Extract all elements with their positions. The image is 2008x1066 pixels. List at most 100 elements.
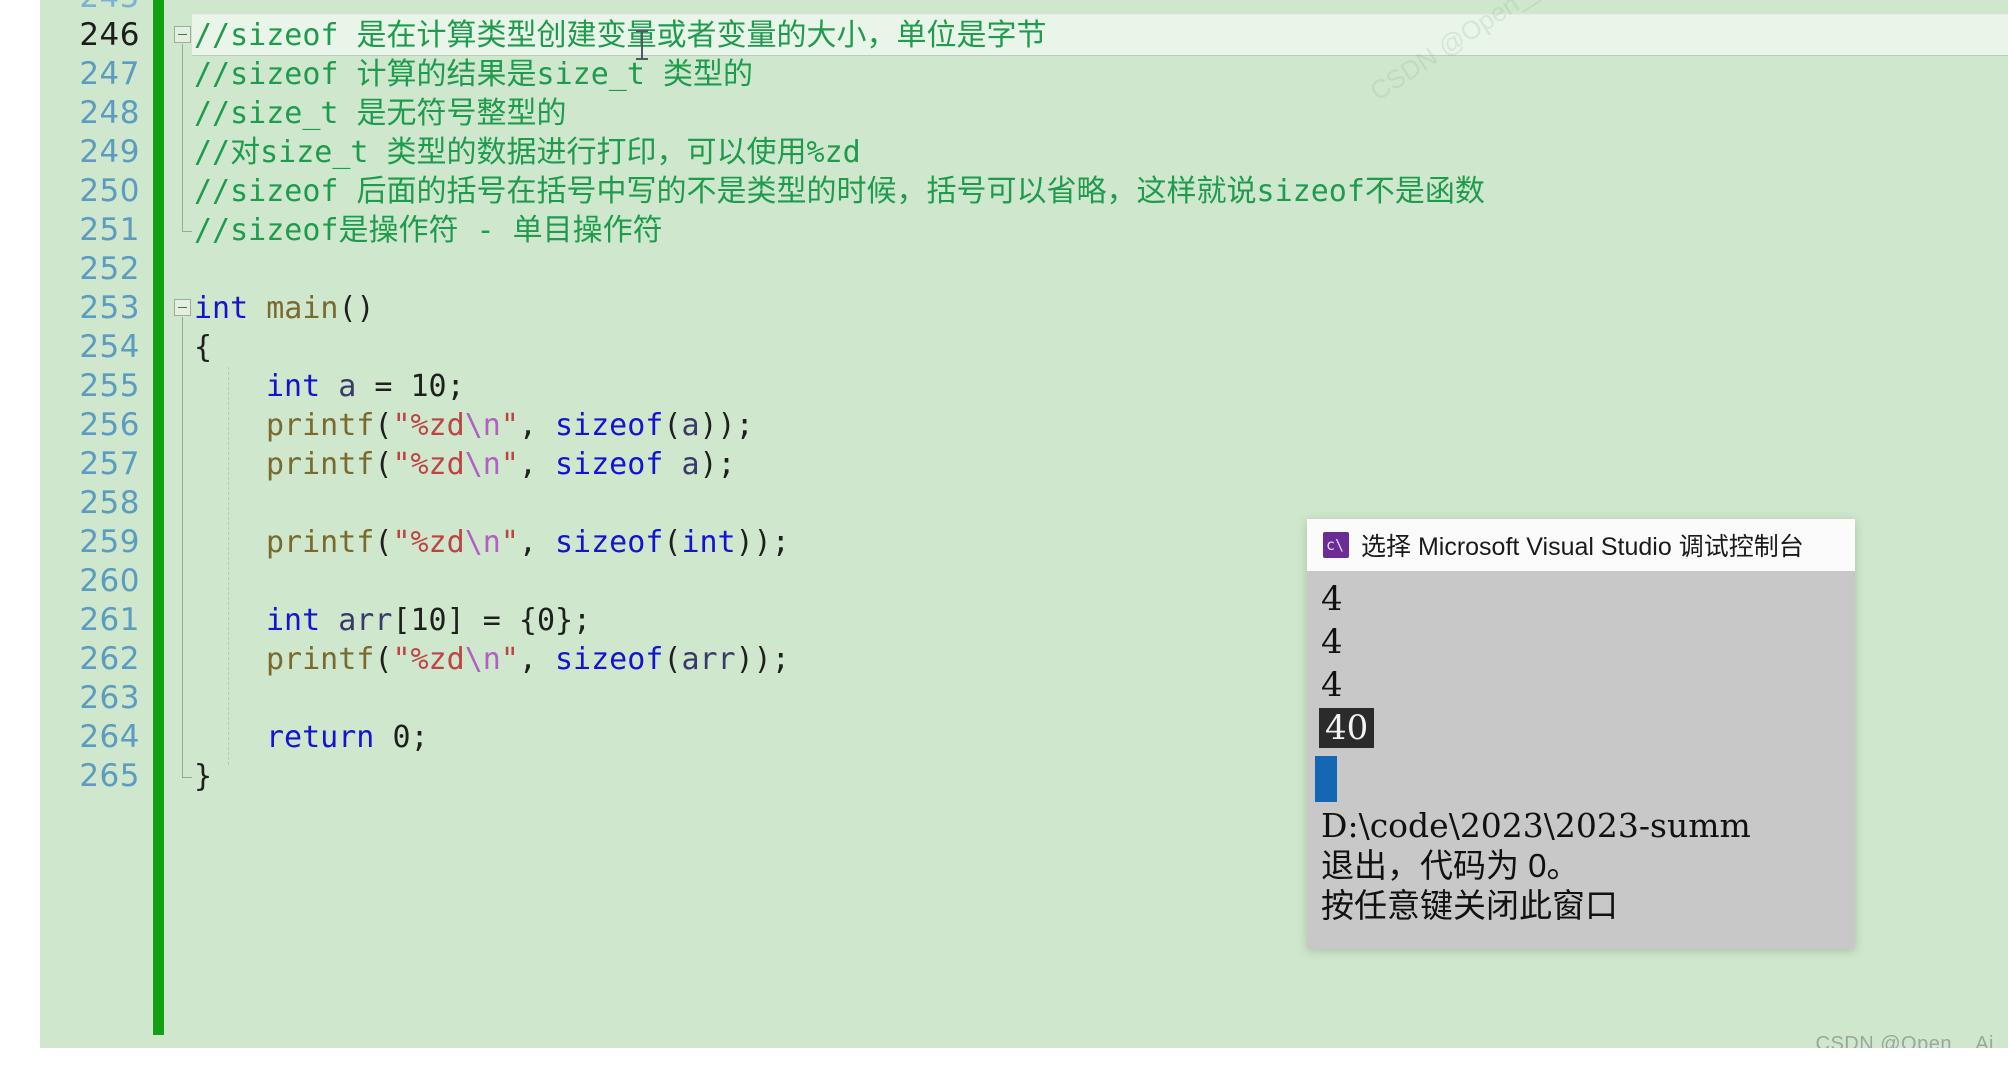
token-keyword: sizeof	[555, 408, 664, 443]
code-line[interactable]: //sizeof是操作符 - 单目操作符	[194, 211, 663, 250]
token-ident: a	[338, 369, 357, 404]
line-number: 252	[79, 251, 140, 287]
token-plain: ;	[446, 369, 465, 404]
token-comment: //sizeof 后面的括号在括号中写的不是类型的时候，括号可以省略，这样就说s…	[194, 174, 1485, 209]
code-line[interactable]: {	[194, 328, 212, 367]
token-func: printf	[266, 408, 375, 443]
debug-console-window[interactable]: 选择 Microsoft Visual Studio 调试控制台 44440D:…	[1307, 519, 1855, 949]
token-num: 10	[410, 603, 447, 638]
token-keyword: return	[266, 720, 375, 755]
token-keyword: sizeof	[555, 525, 664, 560]
console-line: 4	[1321, 579, 1343, 619]
line-number: 248	[79, 95, 140, 131]
token-plain: (	[663, 525, 682, 560]
console-title-bar[interactable]: 选择 Microsoft Visual Studio 调试控制台	[1307, 519, 1855, 571]
token-comment: //sizeof 计算的结果是size_t 类型的	[194, 57, 753, 92]
console-line: 4	[1321, 665, 1343, 705]
code-line[interactable]: int arr[10] = {0};	[266, 601, 591, 640]
line-number: 262	[79, 641, 140, 677]
token-string: "	[500, 447, 519, 482]
line-number: 258	[79, 485, 140, 521]
token-escape: \n	[464, 525, 501, 560]
token-string: "	[500, 525, 519, 560]
token-plain: ));	[699, 408, 754, 443]
console-output-area[interactable]: 4 4 4 40 D:\code\2023\2023-summ 退出，代码为 0。 按任意键…	[1307, 571, 1855, 949]
code-line[interactable]: printf("%zd\n", sizeof(int));	[266, 523, 790, 562]
token-num: 10	[410, 369, 447, 404]
fold-end-tick	[182, 231, 192, 232]
line-number: 257	[79, 446, 140, 482]
code-line[interactable]: //sizeof 后面的括号在括号中写的不是类型的时候，括号可以省略，这样就说s…	[194, 172, 1485, 211]
token-ident: arr	[681, 642, 736, 677]
token-keyword: sizeof	[555, 447, 664, 482]
token-plain: (	[663, 642, 682, 677]
token-plain: );	[699, 447, 736, 482]
code-line[interactable]: //对size_t 类型的数据进行打印，可以使用%zd	[194, 133, 861, 172]
token-func: printf	[266, 447, 375, 482]
token-comment: //sizeof 是在计算类型创建变量或者变量的大小，单位是字节	[194, 18, 1047, 53]
line-number: 264	[79, 719, 140, 755]
line-number: 261	[79, 602, 140, 638]
token-string: "%zd	[392, 525, 465, 560]
token-func: printf	[266, 525, 375, 560]
token-escape: \n	[464, 408, 501, 443]
token-keyword: int	[266, 603, 321, 638]
line-number: 254	[79, 329, 140, 365]
token-ident: arr	[338, 603, 393, 638]
token-string: "%zd	[392, 447, 465, 482]
fold-collapse-icon[interactable]	[174, 299, 191, 316]
token-plain: };	[555, 603, 592, 638]
fold-collapse-icon[interactable]	[174, 26, 191, 43]
console-footer-line: D:\code\2023\2023-summ	[1321, 806, 1751, 845]
line-number: 265	[79, 758, 140, 794]
token-plain: [	[392, 603, 411, 638]
line-number: 256	[79, 407, 140, 443]
line-number: 251	[79, 212, 140, 248]
code-line[interactable]: //size_t 是无符号整型的	[194, 94, 567, 133]
token-string: "%zd	[392, 408, 465, 443]
line-number-clipped: 245	[40, 0, 140, 17]
console-app-icon	[1323, 532, 1349, 558]
token-keyword: int	[681, 525, 736, 560]
line-number: 259	[79, 524, 140, 560]
token-string: "	[500, 642, 519, 677]
code-line[interactable]: //sizeof 是在计算类型创建变量或者变量的大小，单位是字节	[194, 16, 1047, 55]
line-number: 247	[79, 56, 140, 92]
token-plain: (	[374, 408, 393, 443]
line-number: 246	[79, 17, 140, 53]
line-number: 260	[79, 563, 140, 599]
line-number-gutter: 2452462472482492502512522532542552562572…	[40, 0, 150, 1048]
token-plain: ,	[518, 525, 555, 560]
outlining-column[interactable]	[170, 0, 194, 1048]
indent-guide	[228, 367, 229, 765]
code-line[interactable]: return 0;	[266, 718, 429, 757]
token-comment: //sizeof是操作符 - 单目操作符	[194, 213, 663, 248]
console-footer-line: 按任意键关闭此窗口	[1321, 887, 1618, 924]
token-escape: \n	[464, 447, 501, 482]
token-plain: ,	[518, 408, 555, 443]
code-line[interactable]: int a = 10;	[266, 367, 465, 406]
code-line[interactable]: }	[194, 757, 212, 796]
token-plain: (	[374, 525, 393, 560]
code-line[interactable]: //sizeof 计算的结果是size_t 类型的	[194, 55, 753, 94]
bottom-margin	[0, 1048, 2008, 1066]
token-plain: }	[194, 759, 213, 794]
token-plain: ,	[518, 447, 555, 482]
token-num: 0	[536, 603, 555, 638]
code-line[interactable]: int main()	[194, 289, 375, 328]
fold-guide-line	[182, 317, 183, 777]
console-footer-line: 退出，代码为 0。	[1321, 847, 1580, 884]
line-number: 250	[79, 173, 140, 209]
code-line[interactable]: printf("%zd\n", sizeof(arr));	[266, 640, 790, 679]
token-comment: //size_t 是无符号整型的	[194, 96, 567, 131]
code-line[interactable]: printf("%zd\n", sizeof(a));	[266, 406, 754, 445]
token-plain: ] = {	[446, 603, 537, 638]
token-plain: ));	[735, 642, 790, 677]
code-line[interactable]: printf("%zd\n", sizeof a);	[266, 445, 736, 484]
line-number: 255	[79, 368, 140, 404]
